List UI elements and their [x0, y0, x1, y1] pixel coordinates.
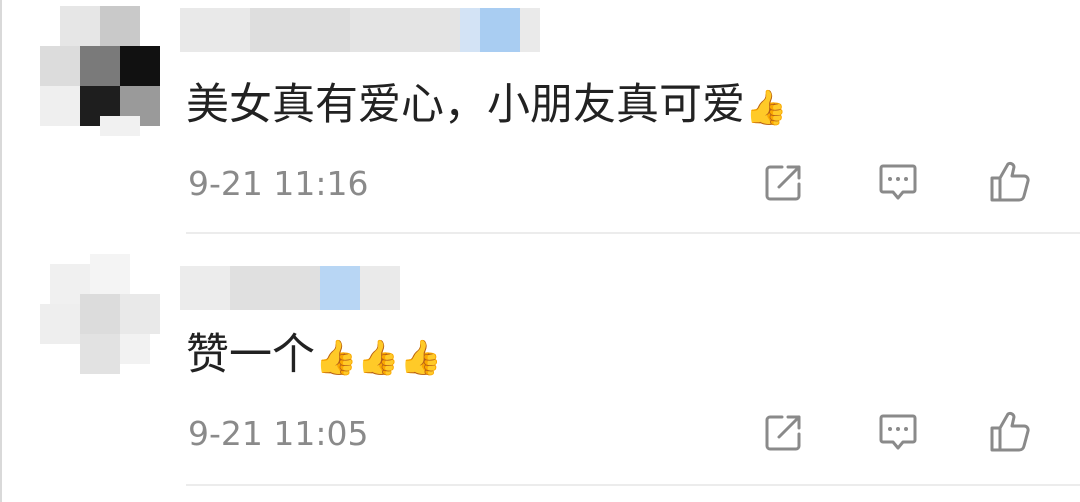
like-button[interactable] — [986, 408, 1034, 456]
divider — [186, 484, 1080, 486]
share-button[interactable] — [760, 158, 808, 206]
share-button[interactable] — [760, 408, 808, 456]
comment-text: 美女真有爱心，小朋友真可爱 — [186, 80, 745, 130]
thumbs-up-icon — [990, 161, 1030, 202]
share-icon — [765, 165, 801, 201]
reply-button[interactable] — [874, 158, 922, 206]
divider — [186, 232, 1080, 234]
thumbs-up-emoji: 👍👍👍 — [315, 338, 443, 378]
share-icon — [765, 415, 801, 451]
comment-icon — [879, 164, 917, 200]
comment-2-timestamp: 9-21 11:05 — [188, 414, 369, 453]
comment-1-avatar[interactable] — [40, 6, 160, 136]
comment-2-avatar[interactable] — [40, 254, 160, 384]
comment-1-text: 美女真有爱心，小朋友真可爱👍 — [186, 80, 787, 133]
thumbs-up-emoji: 👍 — [745, 88, 788, 128]
comment-text: 赞一个 — [186, 330, 315, 380]
like-button[interactable] — [986, 158, 1034, 206]
reply-button[interactable] — [874, 408, 922, 456]
comment-1-timestamp: 9-21 11:16 — [188, 164, 369, 203]
thumbs-up-icon — [990, 411, 1030, 452]
comment-1-username[interactable] — [180, 8, 540, 52]
comment-2-text: 赞一个👍👍👍 — [186, 330, 442, 383]
comment-icon — [879, 414, 917, 450]
comment-2-username[interactable] — [180, 266, 400, 310]
